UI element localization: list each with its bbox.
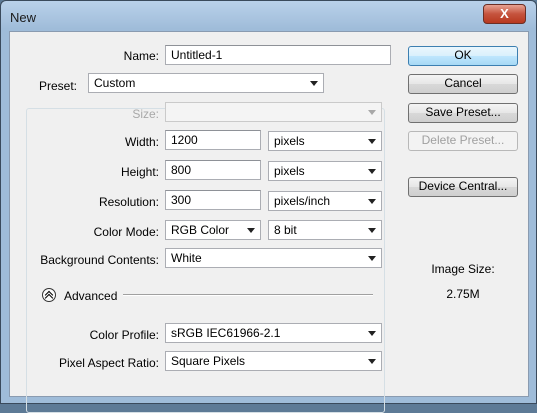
image-size-label: Image Size: bbox=[431, 262, 495, 276]
chevron-down-icon bbox=[247, 228, 255, 233]
chevron-down-icon bbox=[368, 359, 376, 364]
pixel-aspect-ratio-label: Pixel Aspect Ratio: bbox=[58, 356, 159, 370]
chevron-down-icon bbox=[368, 331, 376, 336]
width-unit-value: pixels bbox=[274, 134, 305, 148]
preset-label: Preset: bbox=[36, 79, 81, 93]
background-contents-label: Background Contents: bbox=[40, 253, 159, 267]
preset-value: Custom bbox=[94, 76, 136, 90]
resolution-label: Resolution: bbox=[98, 195, 159, 209]
width-unit-select[interactable]: pixels bbox=[268, 131, 382, 151]
chevron-down-icon bbox=[368, 199, 376, 204]
height-unit-select[interactable]: pixels bbox=[268, 161, 382, 181]
advanced-toggle-icon[interactable] bbox=[42, 288, 56, 303]
pixel-aspect-ratio-value: Square Pixels bbox=[171, 354, 246, 368]
resolution-unit-value: pixels/inch bbox=[274, 194, 331, 208]
background-contents-select[interactable]: White bbox=[165, 248, 382, 268]
color-mode-label: Color Mode: bbox=[93, 225, 159, 239]
preset-select[interactable]: Custom bbox=[88, 73, 324, 93]
name-input[interactable]: Untitled-1 bbox=[165, 45, 391, 65]
save-preset-button[interactable]: Save Preset... bbox=[408, 103, 518, 123]
dialog-client-area: Name: Untitled-1 Preset: Custom Size: Wi… bbox=[9, 31, 529, 413]
device-central-button[interactable]: Device Central... bbox=[408, 177, 518, 197]
advanced-separator bbox=[123, 294, 373, 296]
chevron-down-icon bbox=[368, 110, 376, 115]
new-document-dialog: New X Name: Untitled-1 Preset: Custom Si… bbox=[0, 0, 537, 413]
color-mode-select[interactable]: RGB Color bbox=[165, 220, 261, 240]
bit-depth-select[interactable]: 8 bit bbox=[268, 220, 382, 240]
color-profile-select[interactable]: sRGB IEC61966-2.1 bbox=[165, 323, 382, 343]
width-input[interactable]: 1200 bbox=[165, 130, 261, 150]
close-button[interactable]: X bbox=[483, 4, 526, 24]
background-contents-value: White bbox=[171, 251, 202, 265]
cancel-button[interactable]: Cancel bbox=[408, 74, 518, 94]
ok-button[interactable]: OK bbox=[408, 46, 518, 66]
advanced-label[interactable]: Advanced bbox=[64, 289, 117, 303]
size-label: Size: bbox=[132, 107, 159, 121]
chevron-down-icon bbox=[368, 228, 376, 233]
height-input[interactable]: 800 bbox=[165, 160, 261, 180]
chevron-down-icon bbox=[368, 169, 376, 174]
width-label: Width: bbox=[124, 135, 159, 149]
image-size-value: 2.75M bbox=[446, 287, 480, 301]
dialog-title: New bbox=[10, 10, 37, 25]
bit-depth-value: 8 bit bbox=[274, 223, 297, 237]
resolution-input[interactable]: 300 bbox=[165, 190, 261, 210]
delete-preset-button: Delete Preset... bbox=[408, 131, 518, 151]
size-select bbox=[165, 102, 382, 122]
chevron-down-icon bbox=[368, 256, 376, 261]
close-icon: X bbox=[500, 6, 509, 21]
resolution-unit-select[interactable]: pixels/inch bbox=[268, 191, 382, 211]
height-unit-value: pixels bbox=[274, 164, 305, 178]
color-profile-value: sRGB IEC61966-2.1 bbox=[171, 326, 281, 340]
chevron-down-icon bbox=[310, 81, 318, 86]
chevron-down-icon bbox=[368, 139, 376, 144]
height-label: Height: bbox=[120, 165, 159, 179]
color-profile-label: Color Profile: bbox=[89, 328, 159, 342]
name-label: Name: bbox=[123, 49, 159, 63]
color-mode-value: RGB Color bbox=[171, 223, 230, 237]
pixel-aspect-ratio-select[interactable]: Square Pixels bbox=[165, 351, 382, 371]
